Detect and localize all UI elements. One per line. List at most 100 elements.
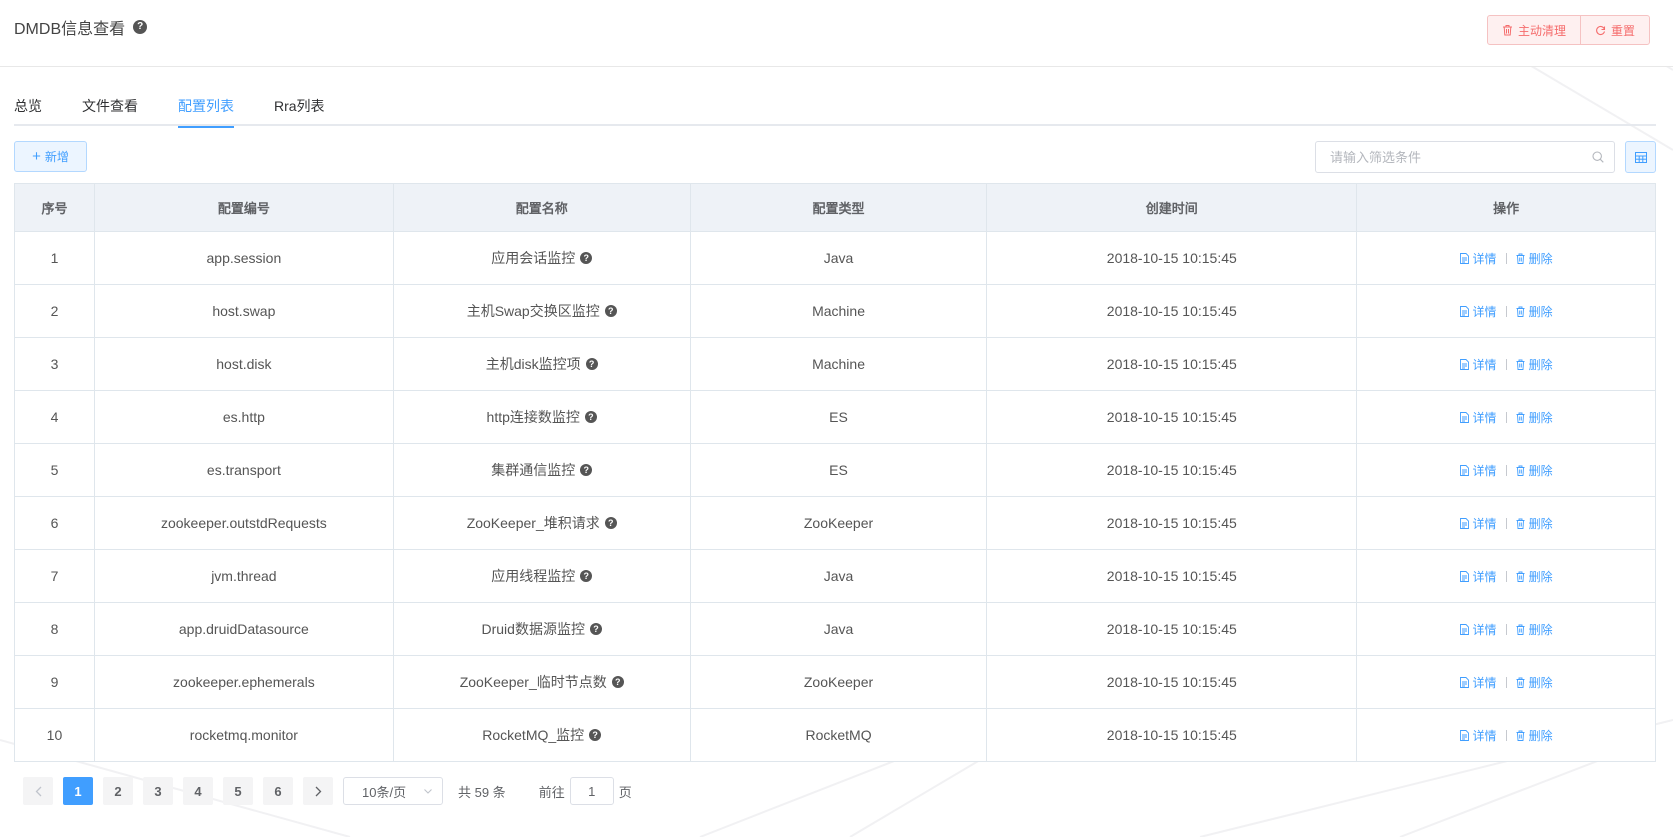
plus-icon: + (32, 148, 41, 165)
row-config-type: ES (689, 390, 988, 444)
table-row: 9 zookeeper.ephemerals ZooKeeper_临时节点数? Zoo… (14, 655, 1656, 709)
total-count: 共 59 条 (458, 784, 506, 800)
row-config-code: jvm.thread (93, 549, 394, 603)
row-actions: 详情 删除 (1356, 655, 1656, 709)
detail-link-label: 详情 (1472, 304, 1497, 319)
row-created-time: 2018-10-15 10:15:45 (986, 549, 1358, 603)
search-input[interactable] (1316, 142, 1576, 172)
table-row: 6 zookeeper.outstdRequests ZooKeeper_堆积请求?… (14, 496, 1656, 550)
row-config-name-cell: ZooKeeper_堆积请求? (392, 496, 691, 550)
detail-link[interactable]: 详情 (1459, 250, 1497, 267)
add-button[interactable]: + 新增 (14, 141, 87, 172)
detail-link[interactable]: 详情 (1459, 568, 1497, 585)
row-created-time: 2018-10-15 10:15:45 (986, 390, 1358, 444)
config-table: 序号 配置编号 配置名称 配置类型 创建时间 操作 1 app.session 应用… (14, 183, 1656, 762)
row-config-type: RocketMQ (689, 708, 988, 762)
page-header: DMDB信息查看 ? 主动清理 重置 (0, 0, 1673, 67)
detail-link[interactable]: 详情 (1459, 356, 1497, 373)
delete-link[interactable]: 删除 (1516, 303, 1553, 320)
delete-link[interactable]: 删除 (1516, 462, 1553, 479)
row-index: 7 (14, 549, 95, 603)
trash-icon (1516, 306, 1525, 317)
page-button-6[interactable]: 6 (263, 777, 293, 805)
goto-page-input[interactable] (569, 777, 614, 805)
delete-link[interactable]: 删除 (1516, 250, 1553, 267)
detail-link[interactable]: 详情 (1459, 727, 1497, 744)
table-row: 7 jvm.thread 应用线程监控? Java 2018-10-15 10:15:4… (14, 549, 1656, 603)
table-row: 8 app.druidDatasource Druid数据源监控? Java 2018-… (14, 602, 1656, 656)
detail-link-label: 详情 (1472, 569, 1497, 584)
question-icon[interactable]: ? (584, 411, 597, 423)
row-config-name-wrap: ZooKeeper_临时节点数? (460, 672, 624, 692)
question-icon[interactable]: ? (585, 358, 598, 370)
table-icon (1634, 151, 1647, 163)
document-icon (1459, 676, 1469, 688)
question-icon[interactable]: ? (580, 252, 593, 264)
row-actions: 详情 删除 (1356, 549, 1656, 603)
delete-link-label: 删除 (1528, 410, 1553, 425)
question-icon[interactable]: ? (611, 676, 624, 688)
detail-link[interactable]: 详情 (1459, 674, 1497, 691)
page-button-3[interactable]: 3 (143, 777, 173, 805)
delete-link[interactable]: 删除 (1516, 568, 1553, 585)
question-icon[interactable]: ? (589, 623, 602, 635)
column-settings-button[interactable] (1625, 141, 1656, 173)
next-page-button[interactable] (303, 777, 333, 805)
trash-icon (1516, 359, 1525, 370)
trash-icon (1516, 465, 1525, 476)
search-icon[interactable] (1592, 151, 1604, 163)
question-icon[interactable]: ? (589, 729, 602, 741)
row-config-name-cell: ZooKeeper_临时节点数? (392, 655, 691, 709)
delete-link[interactable]: 删除 (1516, 621, 1553, 638)
delete-link[interactable]: 删除 (1516, 356, 1553, 373)
question-icon[interactable]: ? (133, 20, 148, 34)
delete-link[interactable]: 删除 (1516, 674, 1553, 691)
row-actions-group: 详情 删除 (1459, 356, 1553, 373)
detail-link[interactable]: 详情 (1459, 462, 1497, 479)
tab-overview[interactable]: 总览 (14, 96, 42, 126)
action-divider (1505, 676, 1507, 688)
row-actions: 详情 删除 (1356, 284, 1656, 338)
reset-button[interactable]: 重置 (1580, 16, 1649, 44)
row-config-name-cell: 主机disk监控项? (392, 337, 691, 391)
delete-link[interactable]: 删除 (1516, 515, 1553, 532)
document-icon (1459, 305, 1469, 317)
row-config-code: host.swap (93, 284, 394, 338)
page-button-4[interactable]: 4 (183, 777, 213, 805)
page-button-1[interactable]: 1 (63, 777, 93, 805)
page-size-select[interactable]: 10条/页 (343, 777, 443, 805)
page-button-2[interactable]: 2 (103, 777, 133, 805)
tab-file-view[interactable]: 文件查看 (82, 96, 138, 126)
clear-button[interactable]: 主动清理 (1488, 16, 1580, 44)
row-created-time: 2018-10-15 10:15:45 (986, 284, 1358, 338)
page-title: DMDB信息查看 ? (14, 15, 148, 39)
detail-link-label: 详情 (1472, 463, 1497, 478)
row-config-name-wrap: 应用线程监控? (491, 566, 593, 586)
delete-link[interactable]: 删除 (1516, 727, 1553, 744)
row-config-name-cell: 主机Swap交换区监控? (392, 284, 691, 338)
tab-config-list[interactable]: 配置列表 (178, 96, 234, 128)
row-config-type: Machine (689, 337, 988, 391)
page-button-5[interactable]: 5 (223, 777, 253, 805)
question-icon[interactable]: ? (580, 464, 593, 476)
question-icon[interactable]: ? (604, 517, 617, 529)
row-actions-group: 详情 删除 (1459, 303, 1553, 320)
row-config-type: ZooKeeper (689, 655, 988, 709)
question-icon[interactable]: ? (580, 570, 593, 582)
row-created-time: 2018-10-15 10:15:45 (986, 602, 1358, 656)
detail-link[interactable]: 详情 (1459, 621, 1497, 638)
row-config-type: Java (689, 231, 988, 285)
question-icon[interactable]: ? (604, 305, 617, 317)
prev-page-button[interactable] (23, 777, 53, 805)
page-title-text: DMDB信息查看 (14, 21, 126, 38)
row-config-name-wrap: 主机disk监控项? (486, 354, 598, 374)
row-config-type: ZooKeeper (689, 496, 988, 550)
detail-link-label: 详情 (1472, 675, 1497, 690)
detail-link[interactable]: 详情 (1459, 515, 1497, 532)
row-actions-group: 详情 删除 (1459, 727, 1553, 744)
tab-rra-list[interactable]: Rra列表 (274, 96, 325, 126)
table-row: 4 es.http http连接数监控? ES 2018-10-15 10:15:45 详… (14, 390, 1656, 444)
delete-link[interactable]: 删除 (1516, 409, 1553, 426)
detail-link[interactable]: 详情 (1459, 303, 1497, 320)
detail-link[interactable]: 详情 (1459, 409, 1497, 426)
